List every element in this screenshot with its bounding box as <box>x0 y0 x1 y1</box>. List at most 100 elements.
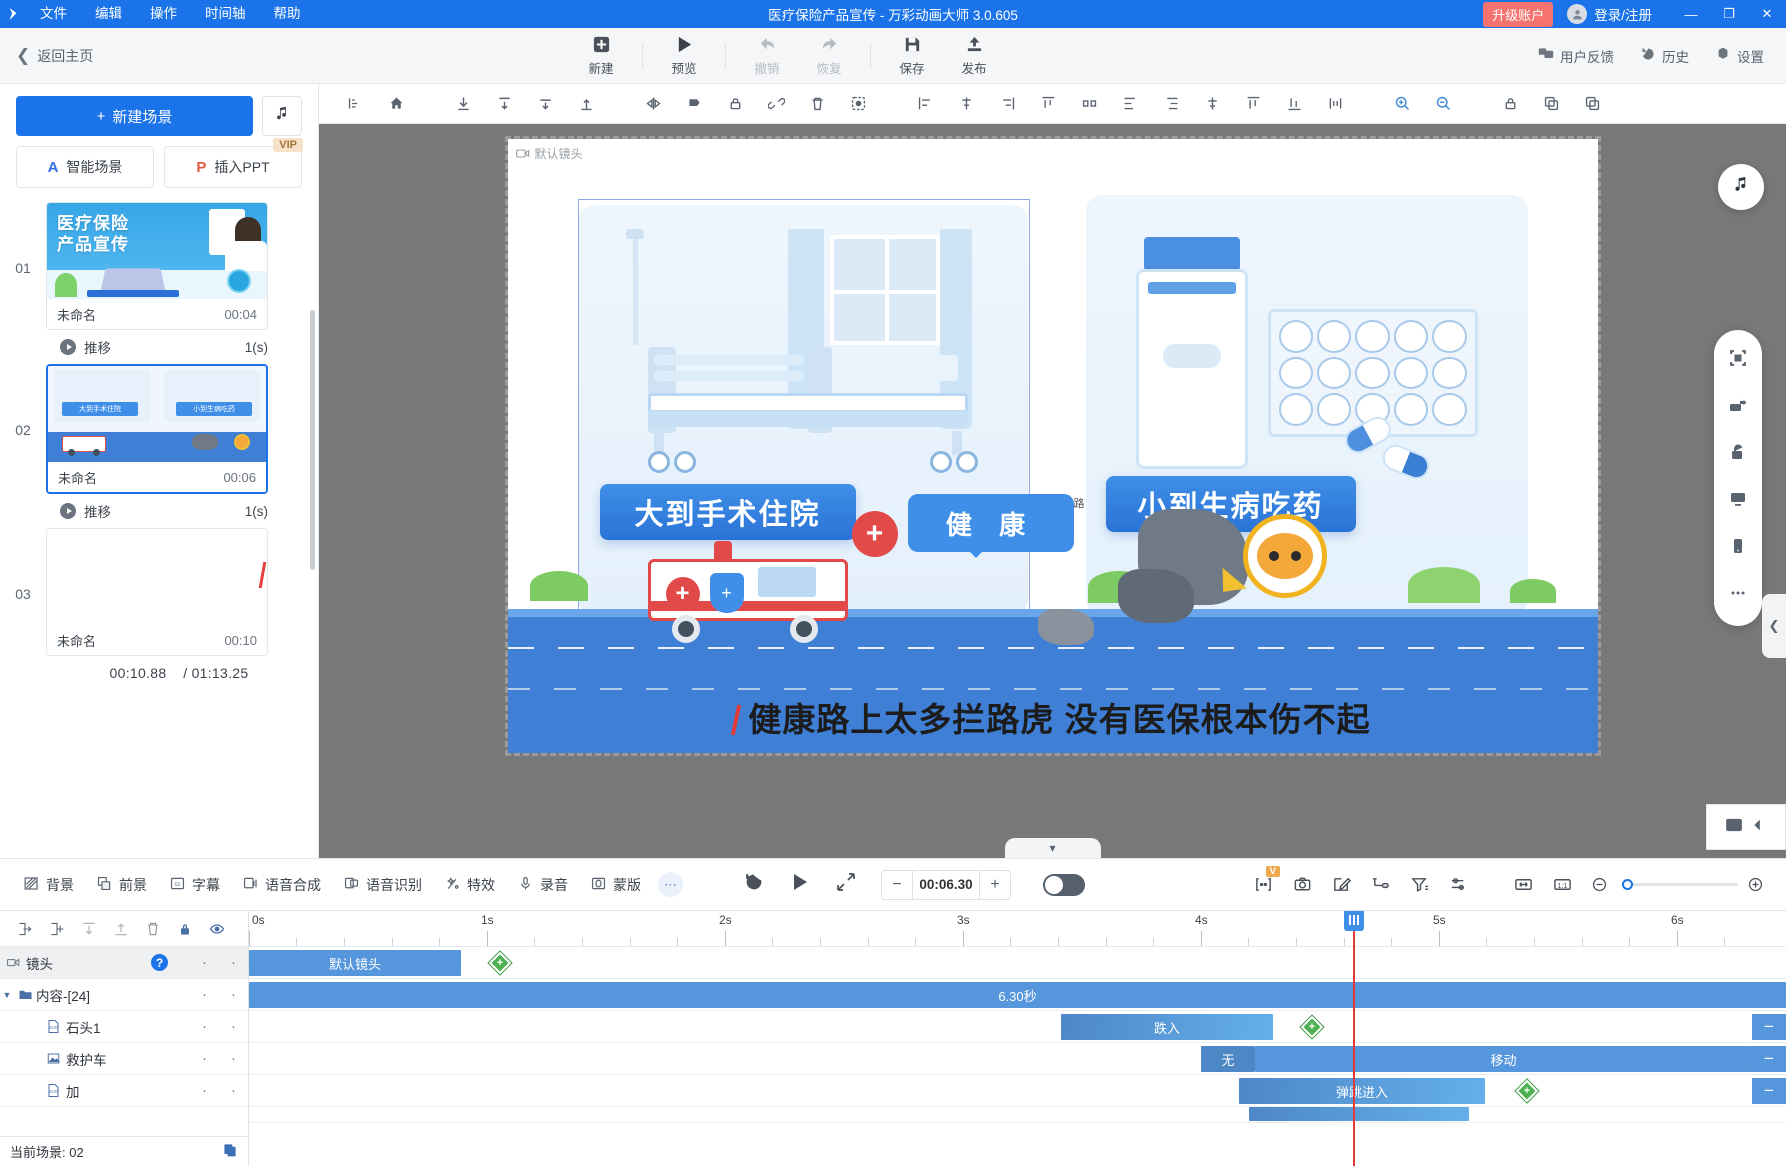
track-plus[interactable]: 弹跳进入 − <box>249 1075 1786 1107</box>
canvas-stage[interactable]: 默认镜头 大到手术住院 小到生病吃药 + 健 康 路 + + 健康路上太多拦路虎… <box>319 124 1786 858</box>
track-lock-dot[interactable]: · <box>190 954 219 971</box>
publish-button[interactable]: 发布 <box>943 35 1005 77</box>
rock-3[interactable] <box>1037 609 1094 645</box>
home-icon[interactable] <box>376 88 417 120</box>
track-lock-dot[interactable]: · <box>190 1018 219 1035</box>
duration-stepper[interactable]: − 00:06.30 + <box>881 869 1011 900</box>
track-visibility-dot[interactable]: · <box>219 986 248 1003</box>
delete-icon[interactable] <box>797 88 838 120</box>
record-button[interactable]: 录音 <box>506 875 579 895</box>
scene-card[interactable]: 大到手术住院 小到生病吃药 未命名 00:06 <box>46 364 268 494</box>
asr-button[interactable]: 语音识别 <box>332 875 433 895</box>
play-icon[interactable] <box>789 871 811 898</box>
add-track-icon[interactable] <box>42 916 71 942</box>
add-keyframe-icon[interactable] <box>1300 1015 1324 1039</box>
duplicate-icon[interactable] <box>1572 88 1613 120</box>
align-up-icon[interactable] <box>566 88 607 120</box>
flip-horizontal-icon[interactable] <box>633 88 674 120</box>
select-all-icon[interactable] <box>838 88 879 120</box>
duration-decrease-button[interactable]: − <box>882 871 912 899</box>
track-rock1[interactable]: 跌入 − <box>249 1011 1786 1043</box>
align-vertical-center-icon[interactable] <box>1192 88 1233 120</box>
mobile-icon[interactable] <box>1728 536 1748 561</box>
close-button[interactable]: ✕ <box>1748 0 1786 28</box>
minimize-button[interactable]: — <box>1672 0 1710 28</box>
desktop-icon[interactable] <box>1728 489 1748 514</box>
new-button[interactable]: 新建 <box>570 35 632 77</box>
tts-button[interactable]: 语音合成 <box>231 875 332 895</box>
move-down-icon[interactable] <box>74 916 103 942</box>
insert-ppt-button[interactable]: P 插入PPT VIP <box>164 138 303 188</box>
copy-icon[interactable] <box>1531 88 1572 120</box>
actual-size-icon[interactable]: 1:1 <box>1543 869 1582 901</box>
loop-toggle[interactable] <box>1043 873 1085 896</box>
unlink-icon[interactable] <box>756 88 797 120</box>
align-bottom-icon[interactable] <box>443 88 484 120</box>
duration-value[interactable]: 00:06.30 <box>912 870 980 899</box>
background-music-button[interactable] <box>262 96 302 136</box>
menu-timeline[interactable]: 时间轴 <box>191 0 260 28</box>
align-right-icon[interactable] <box>987 88 1028 120</box>
align-left-icon[interactable] <box>905 88 946 120</box>
timeline-tracks[interactable]: 0s 1s 2s 3s 4s 5s 6s 默认镜头 + 6.30秒 跌入 + −… <box>249 911 1786 1166</box>
scene-card[interactable]: 未命名 00:10 <box>46 528 268 656</box>
move-up-icon[interactable] <box>106 916 135 942</box>
keyframe-icon[interactable] <box>1361 869 1400 901</box>
align-bottom-edge-icon[interactable] <box>1233 88 1274 120</box>
track-header-content[interactable]: ▼ 内容-[24] · · <box>0 979 248 1011</box>
redo-button[interactable]: 恢复 <box>798 35 860 77</box>
back-home-button[interactable]: ❮ 返回主页 <box>0 46 280 66</box>
track-visibility-dot[interactable]: · <box>219 954 248 971</box>
history-button[interactable]: 历史 <box>1640 46 1689 66</box>
clip-plus-bounce[interactable]: 弹跳进入 <box>1239 1078 1485 1104</box>
right-panel-collapse-button[interactable]: ❮ <box>1762 594 1786 658</box>
foreground-button[interactable]: 前景 <box>85 875 158 895</box>
transition-01[interactable]: 推移 1(s) <box>0 330 282 364</box>
undo-button[interactable]: 撤销 <box>736 35 798 77</box>
align-top-icon[interactable] <box>1028 88 1069 120</box>
collapse-track-button[interactable]: − <box>1752 1078 1786 1104</box>
eye-icon[interactable] <box>202 916 231 942</box>
menu-operations[interactable]: 操作 <box>136 0 191 28</box>
track-visibility-dot[interactable]: · <box>219 1082 248 1099</box>
replay-icon[interactable] <box>743 871 765 898</box>
effects-button[interactable]: 特效 <box>433 875 506 895</box>
distribute-h-icon[interactable] <box>1069 88 1110 120</box>
expand-icon[interactable] <box>835 871 857 898</box>
canvas-music-button[interactable] <box>1718 164 1764 210</box>
mask-button[interactable]: 蒙版 <box>579 875 652 895</box>
rock-2[interactable] <box>1117 569 1194 623</box>
clip-extra[interactable] <box>1249 1107 1469 1121</box>
plus-badge[interactable]: + <box>851 511 898 557</box>
scene-list[interactable]: 01 医疗保险 产品宣传 未命名 00:04 推移 1(s) 02 大到手术住院… <box>0 188 318 858</box>
scene-card[interactable]: 医疗保险 产品宣传 未命名 00:04 <box>46 202 268 330</box>
zoom-slider[interactable] <box>1622 879 1738 890</box>
track-extra[interactable] <box>249 1107 1786 1123</box>
fit-width-icon[interactable] <box>1504 869 1543 901</box>
fit-screen-icon[interactable] <box>1728 348 1748 373</box>
expand-arrow-icon[interactable]: ▼ <box>0 990 14 1000</box>
subtitle-button[interactable]: cc 字幕 <box>158 875 231 895</box>
clip-rock-dropin[interactable]: 跌入 <box>1061 1014 1273 1040</box>
collapse-track-button[interactable]: − <box>1752 1046 1786 1072</box>
distribute-v-icon[interactable] <box>1274 88 1315 120</box>
distribute-spacing-icon[interactable] <box>1315 88 1356 120</box>
lock-icon[interactable] <box>170 916 199 942</box>
user-feedback-button[interactable]: 用户反馈 <box>1538 46 1614 66</box>
settings-button[interactable]: 设置 <box>1715 46 1764 66</box>
track-lock-dot[interactable]: · <box>190 1082 219 1099</box>
zoom-in-icon[interactable] <box>1382 88 1423 120</box>
track-header-rock1[interactable]: SVG 石头1 · · <box>0 1011 248 1043</box>
flip-icon[interactable] <box>1728 395 1748 420</box>
canvas-subtitle[interactable]: 健康路上太多拦路虎 没有医保根本伤不起 <box>508 693 1598 741</box>
transition-02[interactable]: 推移 1(s) <box>0 494 282 528</box>
scene-item-01[interactable]: 01 医疗保险 产品宣传 未命名 00:04 <box>0 202 318 330</box>
settings-sliders-icon[interactable] <box>1439 869 1478 901</box>
zoom-slider-track[interactable] <box>1622 879 1738 890</box>
upgrade-account-button[interactable]: 升级账户 <box>1483 1 1554 27</box>
align-middle-icon[interactable] <box>525 88 566 120</box>
collapse-track-button[interactable]: − <box>1752 1014 1786 1040</box>
track-header-plus[interactable]: SVG 加 · · <box>0 1075 248 1107</box>
scene-list-scrollbar[interactable] <box>310 310 315 570</box>
scene-item-02[interactable]: 02 大到手术住院 小到生病吃药 未命名 00:06 <box>0 364 318 494</box>
